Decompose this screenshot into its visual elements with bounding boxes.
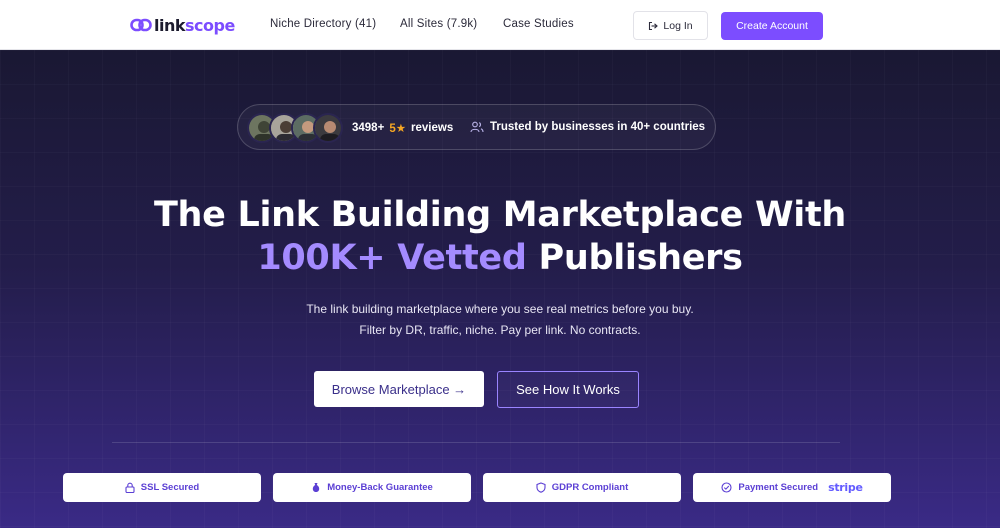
badge-money-back: Money-Back Guarantee	[273, 473, 471, 502]
hero-title-line-2: 100K+ Vetted Publishers	[0, 237, 1000, 280]
avatar	[313, 113, 343, 143]
create-account-label: Create Account	[736, 20, 808, 32]
link-logo-icon	[130, 18, 152, 32]
login-button[interactable]: Log In	[633, 11, 708, 40]
nav-link-case-studies[interactable]: Case Studies	[503, 18, 574, 30]
reviews-label: reviews	[411, 122, 454, 134]
badge-payment-label: Payment Secured	[738, 482, 819, 493]
trust-text: Trusted by businesses in 40+ countries	[490, 121, 706, 133]
nav-link-all-sites[interactable]: All Sites (7.9k)	[400, 18, 477, 30]
logo-text-link: link	[154, 15, 186, 35]
badge-gdpr: GDPR Compliant	[483, 473, 681, 502]
hero-divider	[112, 442, 840, 443]
see-how-it-works-button[interactable]: See How It Works	[497, 371, 639, 408]
shield-icon	[536, 482, 546, 493]
check-circle-icon	[721, 482, 732, 493]
login-label: Log In	[663, 19, 693, 32]
reviews-pill: 3498+ 5★ reviews Trusted by businesses i…	[237, 104, 716, 150]
badge-ssl: SSL Secured	[63, 473, 261, 502]
users-icon	[470, 121, 484, 133]
browse-marketplace-button[interactable]: Browse Marketplace →	[314, 371, 484, 407]
badge-gdpr-label: GDPR Compliant	[551, 482, 629, 493]
hero-title-rest: Publishers	[538, 238, 743, 278]
badge-money-back-label: Money-Back Guarantee	[327, 482, 433, 493]
logo-text: linkscope	[154, 16, 235, 35]
hero-title-line-1: The Link Building Marketplace With	[153, 195, 847, 235]
nav-link-niche-directory[interactable]: Niche Directory (41)	[270, 18, 376, 30]
lock-icon	[125, 482, 135, 493]
create-account-button[interactable]: Create Account	[721, 12, 823, 40]
badge-ssl-label: SSL Secured	[140, 482, 200, 493]
login-icon	[649, 21, 659, 30]
badge-payment: Payment Secured stripe	[693, 473, 891, 502]
stripe-logo: stripe	[828, 481, 863, 494]
reviews-summary: 3498+ 5★ reviews	[352, 121, 453, 135]
top-nav: linkscope Niche Directory (41) All Sites…	[0, 0, 1000, 50]
browse-marketplace-label: Browse Marketplace →	[331, 381, 467, 397]
hero-section: 3498+ 5★ reviews Trusted by businesses i…	[0, 50, 1000, 528]
logo-text-scope: scope	[185, 15, 235, 35]
reviews-count: 3498+	[352, 122, 385, 134]
hero-subtitle-line-1: The link building marketplace where you …	[306, 302, 694, 316]
trust-statement: Trusted by businesses in 40+ countries	[470, 121, 705, 133]
see-how-it-works-label: See How It Works	[516, 382, 620, 397]
hero-subtitle-line-2: Filter by DR, traffic, niche. Pay per li…	[359, 323, 641, 337]
star-rating: 5★	[389, 123, 407, 135]
hero-title-highlight: 100K+ Vetted	[257, 238, 527, 278]
money-bag-icon	[313, 483, 320, 492]
logo[interactable]: linkscope	[130, 14, 235, 36]
